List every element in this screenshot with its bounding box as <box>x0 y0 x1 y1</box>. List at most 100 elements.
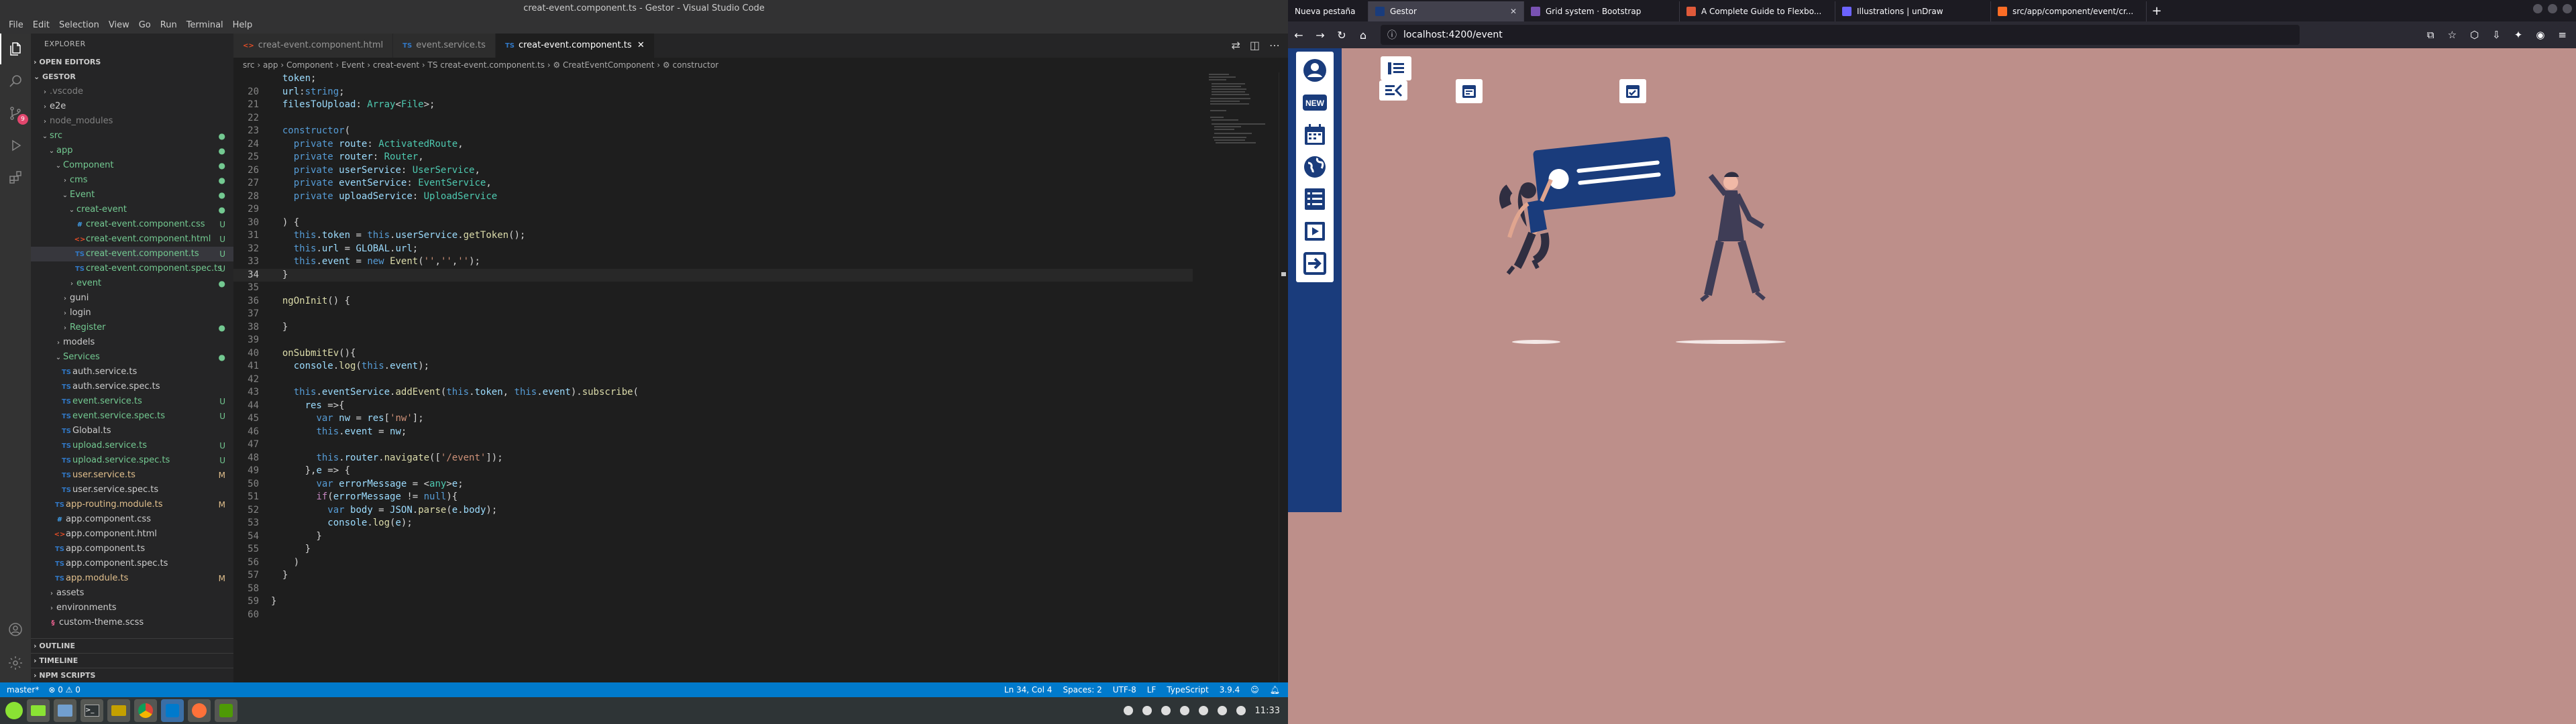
code-line[interactable]: 59} <box>233 595 1193 609</box>
explorer-icon[interactable] <box>0 34 31 64</box>
tree-item[interactable]: › guni <box>31 291 233 306</box>
new-tab-button[interactable]: + <box>2147 1 2167 21</box>
code-editor[interactable]: token; 20 url:string; 21 filesToUpload: Ar… <box>233 72 1193 682</box>
tree-item[interactable]: ⌄ Event ● <box>31 188 233 202</box>
tree-item[interactable]: TS auth.service.spec.ts <box>31 379 233 394</box>
code-line[interactable]: 33 this.event = new Event('','',''); <box>233 255 1193 269</box>
code-line[interactable]: 43 this.eventService.addEvent(this.token… <box>233 386 1193 400</box>
close-tab-icon[interactable]: ✕ <box>1510 7 1517 16</box>
tree-item[interactable]: ⌄ Services ● <box>31 350 233 365</box>
tree-item[interactable]: TS app.component.spec.ts <box>31 556 233 571</box>
tree-item[interactable]: › cms ● <box>31 173 233 188</box>
tree-item[interactable]: TS upload.service.ts U <box>31 438 233 453</box>
code-line[interactable]: 23 constructor( <box>233 125 1193 138</box>
code-line[interactable]: 40 onSubmitEv(){ <box>233 347 1193 361</box>
code-line[interactable]: 45 var nw = res['nw']; <box>233 412 1193 426</box>
bookmark-star-icon[interactable]: ☆ <box>2448 29 2457 41</box>
outline-section[interactable]: › OUTLINE <box>31 638 233 653</box>
code-line[interactable]: 55 } <box>233 543 1193 556</box>
code-line[interactable]: 49 },e => { <box>233 465 1193 478</box>
code-line[interactable]: 21 filesToUpload: Array<File>; <box>233 99 1193 112</box>
clock[interactable]: 11:33 <box>1255 706 1280 716</box>
split-editor-icon[interactable]: ◫ <box>1250 39 1260 52</box>
profile-icon[interactable]: ◉ <box>2536 29 2544 41</box>
code-line[interactable]: 56 ) <box>233 556 1193 570</box>
code-line[interactable]: 39 <box>233 334 1193 347</box>
tree-item[interactable]: TS event.service.spec.ts U <box>31 409 233 424</box>
battery-icon[interactable] <box>1236 706 1246 715</box>
files-icon[interactable] <box>27 699 50 722</box>
vscode-icon[interactable] <box>161 699 184 722</box>
tab-nueva-pestana[interactable]: Nueva pestaña <box>1288 1 1368 21</box>
tree-item[interactable]: TS user.service.spec.ts <box>31 483 233 497</box>
code-line[interactable]: 41 console.log(this.event); <box>233 360 1193 373</box>
bluetooth-icon[interactable] <box>1123 706 1133 715</box>
ts-version[interactable]: 3.9.4 <box>1220 685 1240 695</box>
code-line[interactable]: 44 res =>{ <box>233 400 1193 413</box>
extensions-icon[interactable] <box>0 162 31 193</box>
code-line[interactable]: 35 <box>233 282 1193 295</box>
open-editors-section[interactable]: › OPEN EDITORS <box>31 55 233 70</box>
tree-item[interactable]: § custom-theme.scss <box>31 615 233 630</box>
url-bar[interactable]: ⓘ localhost:4200/event <box>1381 25 2300 45</box>
home-icon[interactable]: ⌂ <box>1352 29 1374 42</box>
tree-item[interactable]: <>app.component.html <box>31 527 233 542</box>
code-line[interactable]: 31 this.token = this.userService.getToke… <box>233 229 1193 243</box>
firefox-icon[interactable] <box>188 699 211 722</box>
code-line[interactable]: 37 <box>233 308 1193 321</box>
code-line[interactable]: 38 } <box>233 321 1193 335</box>
tree-item[interactable]: › assets <box>31 586 233 601</box>
language-mode[interactable]: TypeScript <box>1167 685 1208 695</box>
code-line[interactable]: 50 var errorMessage = <any>e; <box>233 478 1193 491</box>
collapse-menu-button[interactable] <box>1379 80 1407 101</box>
menu-icon[interactable]: ≡ <box>2558 29 2567 41</box>
code-line[interactable]: 29 <box>233 203 1193 217</box>
tree-item[interactable]: › .vscode <box>31 84 233 99</box>
code-line[interactable]: 48 this.router.navigate(['/event']); <box>233 452 1193 465</box>
tree-item[interactable]: ⌄ app ● <box>31 143 233 158</box>
tree-item[interactable]: › login <box>31 306 233 320</box>
tree-item[interactable]: ⌄ creat-event ● <box>31 202 233 217</box>
tree-item[interactable]: ⌄ Component ● <box>31 158 233 173</box>
code-line[interactable]: 25 private router: Router, <box>233 151 1193 164</box>
tab-creat-event-html[interactable]: <> creat-event.component.html <box>233 34 394 58</box>
menu-run[interactable]: Run <box>156 20 182 30</box>
tree-item[interactable]: TS upload.service.spec.ts U <box>31 453 233 468</box>
minimize-icon[interactable] <box>2533 4 2542 13</box>
todo-icon[interactable] <box>215 699 237 722</box>
code-line[interactable]: 47 <box>233 438 1193 452</box>
code-line[interactable]: 52 var body = JSON.parse(e.body); <box>233 504 1193 518</box>
info-icon[interactable] <box>1161 706 1171 715</box>
breadcrumb[interactable]: src › app › Component › Event › creat-ev… <box>233 58 1288 72</box>
tree-item[interactable]: TS Global.ts <box>31 424 233 438</box>
terminal-icon[interactable]: >_ <box>80 699 103 722</box>
menu-go[interactable]: Go <box>134 20 156 30</box>
code-line[interactable]: 51 if(errorMessage != null){ <box>233 491 1193 504</box>
tree-item[interactable]: TS creat-event.component.spec.ts U <box>31 261 233 276</box>
menu-selection[interactable]: Selection <box>54 20 104 30</box>
code-line[interactable]: token; <box>233 72 1193 86</box>
menu-icon[interactable] <box>5 702 23 719</box>
close-window-icon[interactable] <box>2563 4 2572 13</box>
extension-icon[interactable]: ⬡ <box>2470 29 2479 41</box>
close-tab-icon[interactable]: ✕ <box>637 40 645 50</box>
line-ending[interactable]: LF <box>1147 685 1157 695</box>
tree-item[interactable]: › environments <box>31 601 233 615</box>
toggle-menu-button[interactable] <box>1381 56 1411 80</box>
source-control-icon[interactable] <box>0 98 31 129</box>
reload-icon[interactable]: ↻ <box>1331 29 1352 42</box>
menu-terminal[interactable]: Terminal <box>182 20 228 30</box>
tab-event-service-ts[interactable]: TS event.service.ts <box>393 34 496 58</box>
volume-icon[interactable] <box>1217 706 1227 715</box>
code-line[interactable]: 26 private userService: UserService, <box>233 164 1193 178</box>
network-icon[interactable] <box>1179 706 1189 715</box>
code-line[interactable]: 22 <box>233 112 1193 125</box>
image-icon[interactable] <box>54 699 76 722</box>
tree-item[interactable]: ⌄ src ● <box>31 129 233 143</box>
code-line[interactable]: 46 this.event = nw; <box>233 426 1193 439</box>
tree-item[interactable]: › e2e <box>31 99 233 114</box>
feedback-icon[interactable]: ☺ <box>1250 685 1259 695</box>
compare-icon[interactable]: ⇄ <box>1231 39 1240 52</box>
tree-item[interactable]: › event ● <box>31 276 233 291</box>
page-info-icon[interactable]: ⓘ <box>1387 28 1397 42</box>
